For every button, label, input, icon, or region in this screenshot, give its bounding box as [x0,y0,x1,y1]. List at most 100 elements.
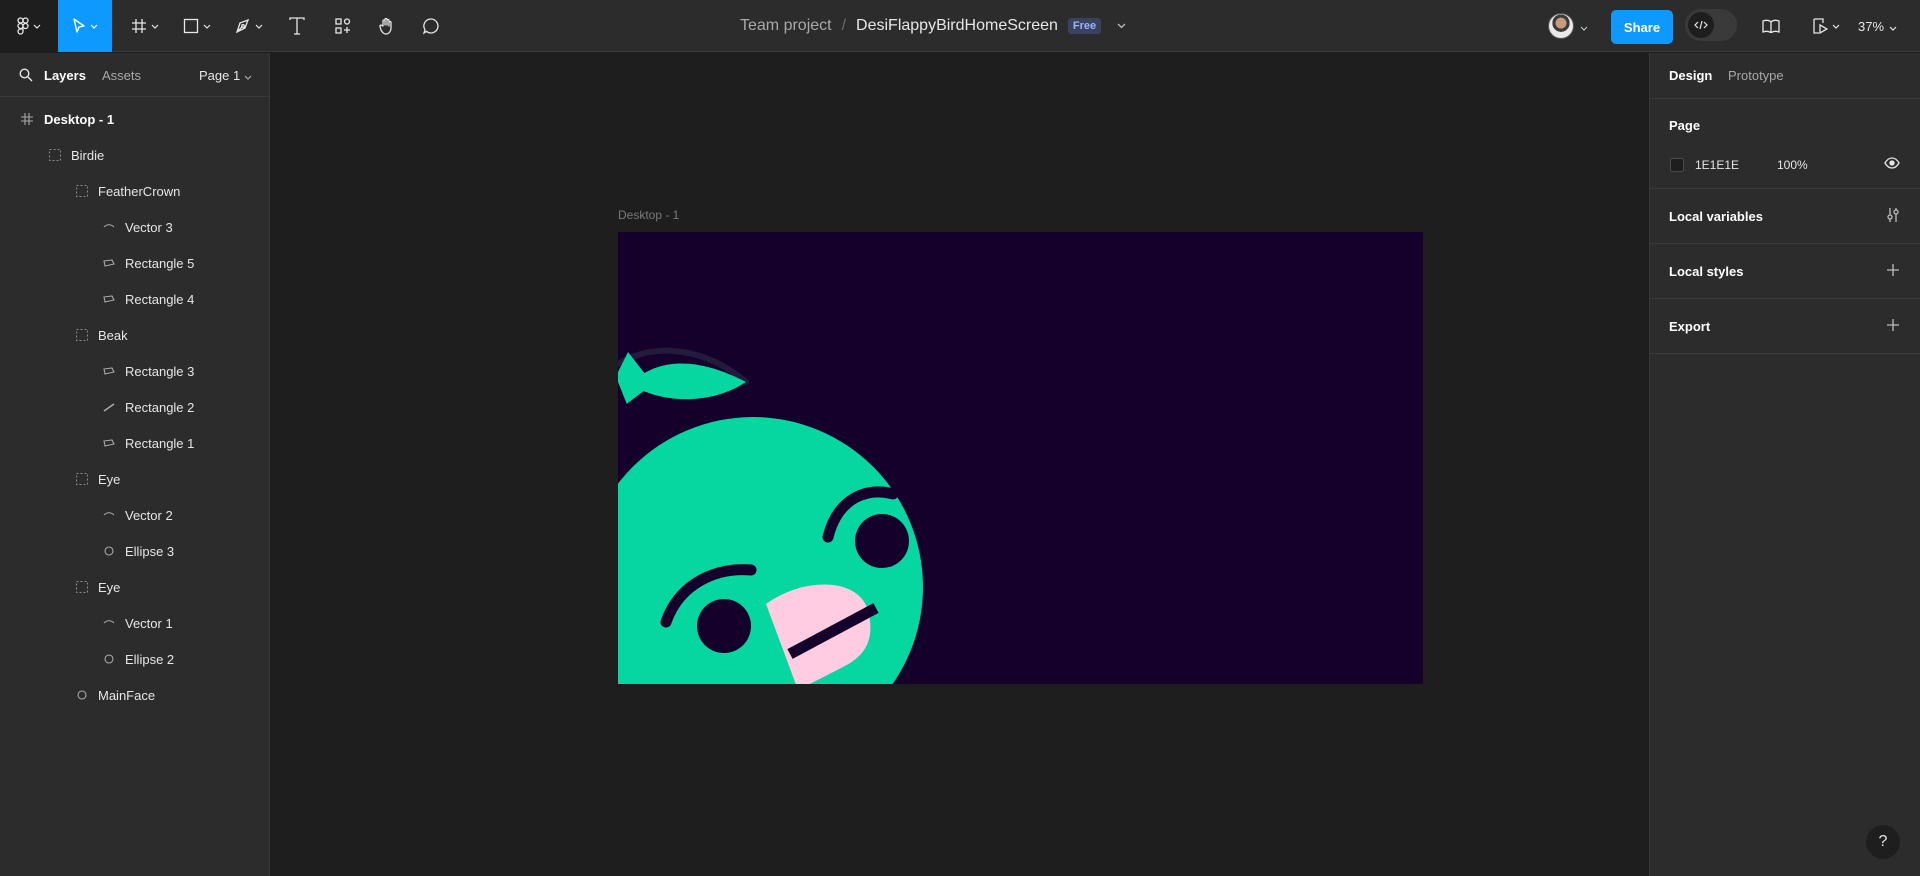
layer-name: Ellipse 2 [125,651,175,667]
group-icon [75,580,89,594]
birdie-artwork[interactable] [618,232,1423,684]
layer-name: Birdie [71,147,105,163]
file-name[interactable]: DesiFlappyBirdHomeScreen [856,17,1058,35]
local-variables-title: Local variables [1669,209,1763,224]
help-button[interactable]: ? [1866,825,1900,859]
page-selector[interactable]: Page 1 [199,68,252,83]
avatar[interactable] [1548,13,1574,39]
pen-tool-button[interactable] [228,0,270,52]
layer-name: Vector 2 [125,507,173,523]
layer-row[interactable]: Rectangle 5 [0,245,270,281]
main-menu-button[interactable] [0,0,58,52]
resources-tool-button[interactable] [328,0,358,52]
group-icon [48,148,62,162]
local-styles-title: Local styles [1669,264,1744,279]
frame-label[interactable]: Desktop - 1 [618,208,679,222]
chevron-down-icon [33,24,41,29]
shape-icon [102,292,116,306]
book-icon [1762,19,1780,33]
variables-sliders-icon[interactable] [1886,207,1900,226]
comment-tool-button[interactable] [416,0,446,52]
tab-design[interactable]: Design [1669,68,1712,83]
layers-panel: Layers Assets Page 1 Desktop - 1 Birdie Fe… [0,53,270,876]
page-color-hex[interactable]: 1E1E1E [1695,158,1739,172]
layer-row[interactable]: Vector 1 [0,605,270,641]
tab-assets[interactable]: Assets [102,68,141,83]
layer-name: Eye [98,471,121,487]
layer-row[interactable]: Rectangle 1 [0,425,270,461]
eye-left [697,599,751,653]
layer-row[interactable]: Rectangle 3 [0,353,270,389]
layer-name: Ellipse 3 [125,543,175,559]
layer-name: Rectangle 3 [125,363,195,379]
plan-badge: Free [1067,18,1102,34]
layer-row[interactable]: Vector 2 [0,497,270,533]
chevron-down-icon [255,24,263,29]
project-name[interactable]: Team project [740,17,832,35]
figma-logo-icon [17,17,29,35]
page-section-title: Page [1669,118,1701,133]
layer-row[interactable]: Eye [0,461,270,497]
layer-row[interactable]: Ellipse 3 [0,533,270,569]
layer-row[interactable]: Birdie [0,137,270,173]
add-style-plus-icon[interactable] [1886,263,1900,280]
page-color-swatch[interactable] [1670,158,1684,172]
frame-tool-button[interactable] [124,0,166,52]
desktop-frame[interactable] [618,232,1423,684]
layer-row[interactable]: Beak [0,317,270,353]
local-styles-section[interactable]: Local styles [1650,244,1920,299]
file-menu-chevron-icon[interactable] [1117,23,1126,29]
resources-icon [335,18,351,34]
layer-row[interactable]: Vector 3 [0,209,270,245]
canvas[interactable]: Desktop - 1 [271,53,1649,876]
local-variables-section[interactable]: Local variables [1650,189,1920,244]
text-tool-button[interactable] [282,0,312,52]
add-export-plus-icon[interactable] [1886,318,1900,335]
layer-row[interactable]: MainFace [0,677,270,713]
shape-tool-button[interactable] [176,0,218,52]
library-button[interactable] [1756,0,1786,52]
chevron-down-icon [1889,19,1897,34]
page-opacity[interactable]: 100% [1777,158,1808,172]
right-panel-tabs: Design Prototype [1650,53,1920,99]
layer-name: Eye [98,579,121,595]
move-tool-button[interactable] [58,0,112,52]
frame-icon [20,112,34,126]
layer-row[interactable]: Ellipse 2 [0,641,270,677]
breadcrumb-separator: / [841,17,847,34]
user-menu[interactable] [1548,11,1602,41]
shape-icon [102,436,116,450]
layer-name: Rectangle 4 [125,291,195,307]
group-icon [75,184,89,198]
hand-tool-button[interactable] [372,0,402,52]
tab-prototype[interactable]: Prototype [1728,68,1784,83]
layer-name: Rectangle 1 [125,435,195,451]
ellipse-icon [102,544,116,558]
layer-row[interactable]: Rectangle 4 [0,281,270,317]
dev-mode-toggle[interactable] [1685,9,1737,41]
layer-row[interactable]: FeatherCrown [0,173,270,209]
ellipse-icon [102,652,116,666]
tab-layers[interactable]: Layers [44,68,86,83]
zoom-level: 37% [1858,18,1885,34]
page-section: Page 1E1E1E 100% [1650,99,1920,189]
search-icon[interactable] [19,68,33,85]
zoom-control[interactable]: 37% [1858,0,1897,52]
share-button[interactable]: Share [1611,10,1673,44]
layer-row[interactable]: Desktop - 1 [0,101,270,137]
hand-icon [378,17,396,35]
chevron-down-icon [244,68,252,83]
eye-icon[interactable] [1884,157,1900,172]
layer-name: MainFace [98,687,156,703]
layer-name: Rectangle 2 [125,399,195,415]
vector-icon [102,508,116,522]
group-icon [75,328,89,342]
present-button[interactable] [1808,0,1844,52]
layer-row[interactable]: Rectangle 2 [0,389,270,425]
layer-name: Vector 1 [125,615,173,631]
chevron-down-icon [90,24,98,29]
vector-icon [102,616,116,630]
layer-row[interactable]: Eye [0,569,270,605]
export-title: Export [1669,319,1711,334]
export-section[interactable]: Export [1650,299,1920,354]
